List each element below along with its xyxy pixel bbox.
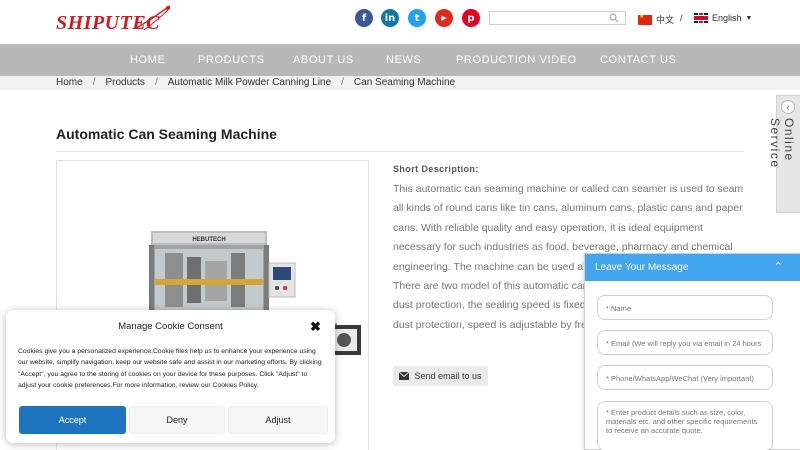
search-input[interactable] [489,11,626,25]
breadcrumb-products[interactable]: Products [105,76,144,89]
breadcrumb-current: Can Seaming Machine [353,77,456,88]
phone-field-placeholder: * Phone/WhatsApp/WeChat (Very important) [606,374,754,383]
breadcrumb: Home / Products / Automatic Milk Powder … [56,76,455,89]
send-email-label: Send email to us [414,371,482,381]
accept-button[interactable]: Accept [19,406,126,434]
machine-brand-label: HEBUTECH [192,237,225,243]
nav-contact-us[interactable]: CONTACT US [600,44,677,76]
breadcrumb-separator: / [92,77,96,88]
name-field[interactable]: * Name [597,295,773,320]
china-flag-icon [638,13,652,25]
nav-about-us[interactable]: ABOUT US [293,44,354,76]
language-english-label: English [712,13,742,23]
deny-button[interactable]: Deny [129,406,225,434]
uk-flag-icon [694,13,708,23]
logo-swoosh-icon [135,5,171,31]
online-service-label: Online Service [768,118,796,169]
site-header: SHIPUTEC f in t ▶ p 中文 / English ▼ [0,0,800,44]
language-separator: / [680,13,683,23]
envelope-icon [399,372,410,380]
twitter-icon[interactable]: t [408,9,426,27]
language-english-dropdown[interactable]: English ▼ [694,13,752,23]
details-field-placeholder: * Enter product details such as size, co… [606,408,758,435]
caret-down-icon: ▼ [745,14,753,22]
cookie-text: Cookies give you a personalized experien… [18,348,322,389]
nav-products[interactable]: PRODUCTS [198,44,265,76]
phone-field[interactable]: * Phone/WhatsApp/WeChat (Very important) [597,365,773,390]
breadcrumb-separator: / [341,77,344,88]
chevron-up-icon[interactable]: ⌃ [774,254,783,281]
short-description-label: Short Description: [393,164,479,174]
breadcrumb-home[interactable]: Home [56,76,83,89]
online-service-tab[interactable]: ‹ Online Service [768,95,800,213]
leave-message-title: Leave Your Message [595,262,689,273]
product-details-textarea[interactable]: * Enter product details such as size, co… [597,401,773,450]
email-field-placeholder: * Email (We will reply you via email in … [606,339,762,348]
linkedin-icon[interactable]: in [381,9,399,27]
title-divider [56,151,744,152]
breadcrumb-separator: / [154,77,158,88]
main-nav: HOME PRODUCTS ABOUT US NEWS PRODUCTION V… [0,44,800,76]
leave-message-header[interactable]: Leave Your Message ⌃ [585,254,800,281]
nav-news[interactable]: NEWS [386,44,421,76]
close-icon[interactable]: ✖ [310,319,321,335]
email-field[interactable]: * Email (We will reply you via email in … [597,330,773,355]
language-chinese-label: 中文 [656,15,675,25]
chevron-left-icon[interactable]: ‹ [781,100,795,114]
cookie-title: Manage Cookie Consent [118,321,223,332]
nav-production-video[interactable]: PRODUCTION VIDEO [456,44,577,76]
site-logo[interactable]: SHIPUTEC [56,4,176,40]
breadcrumb-category[interactable]: Automatic Milk Powder Canning Line [168,76,331,89]
leave-message-panel: Leave Your Message ⌃ * Name * Email (We … [584,253,800,450]
adjust-button[interactable]: Adjust [228,406,328,434]
page-title: Automatic Can Seaming Machine [56,126,277,142]
facebook-icon[interactable]: f [355,9,373,27]
send-email-button[interactable]: Send email to us [393,366,488,386]
search-icon[interactable] [609,13,619,23]
cookie-consent-dialog: Manage Cookie Consent ✖ Cookies give you… [6,310,335,443]
name-field-placeholder: * Name [606,304,632,313]
youtube-icon[interactable]: ▶ [435,9,453,27]
pinterest-icon[interactable]: p [462,9,480,27]
nav-home[interactable]: HOME [130,44,165,76]
language-chinese[interactable]: 中文 [638,13,674,26]
